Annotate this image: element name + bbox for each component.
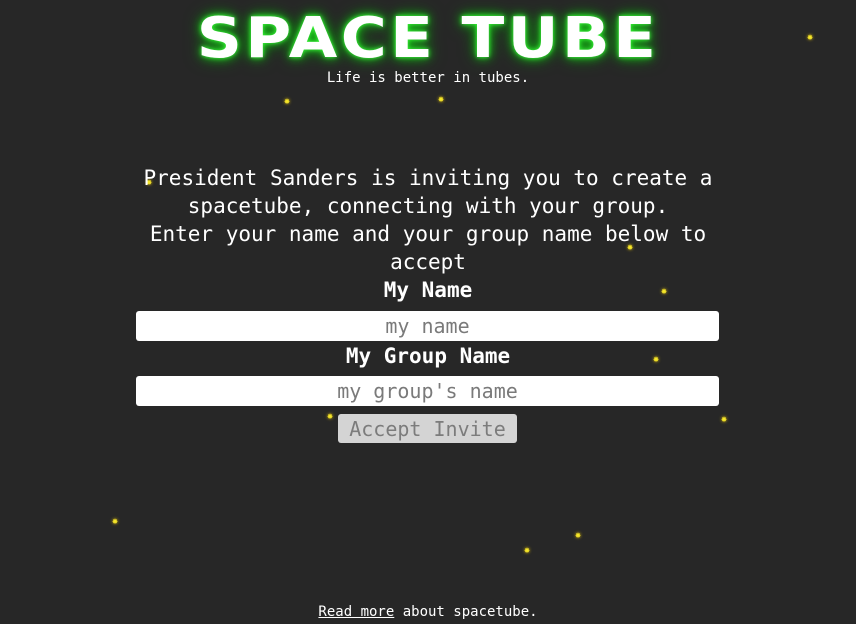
my-name-input[interactable] — [136, 311, 719, 341]
footer: Read more about spacetube. — [0, 604, 856, 620]
accept-invite-button[interactable]: Accept Invite — [338, 414, 517, 443]
space-tube-logo: SPACE TUBE — [196, 6, 660, 71]
star-icon: ✸ — [523, 545, 531, 556]
star-icon: ✸ — [111, 516, 119, 527]
star-icon: ✸ — [437, 94, 445, 105]
page: SPACE TUBE Life is better in tubes. ✸ ✸ … — [0, 0, 856, 624]
invite-message: President Sanders is inviting you to cre… — [120, 164, 736, 276]
my-name-label: My Name — [383, 278, 473, 302]
invite-instructions: Enter your name and your group name belo… — [149, 222, 707, 274]
my-group-name-input[interactable] — [136, 376, 719, 406]
star-icon: ✸ — [574, 530, 582, 541]
star-icon: ✸ — [806, 32, 814, 43]
star-icon: ✸ — [720, 414, 728, 425]
star-icon: ✸ — [283, 96, 291, 107]
my-group-name-label: My Group Name — [345, 344, 511, 368]
footer-text: about spacetube. — [394, 604, 538, 620]
tagline: Life is better in tubes. — [326, 70, 530, 86]
star-icon: ✸ — [326, 411, 334, 422]
read-more-link[interactable]: Read more — [318, 604, 394, 620]
invite-text: President Sanders is inviting you to cre… — [143, 166, 713, 218]
